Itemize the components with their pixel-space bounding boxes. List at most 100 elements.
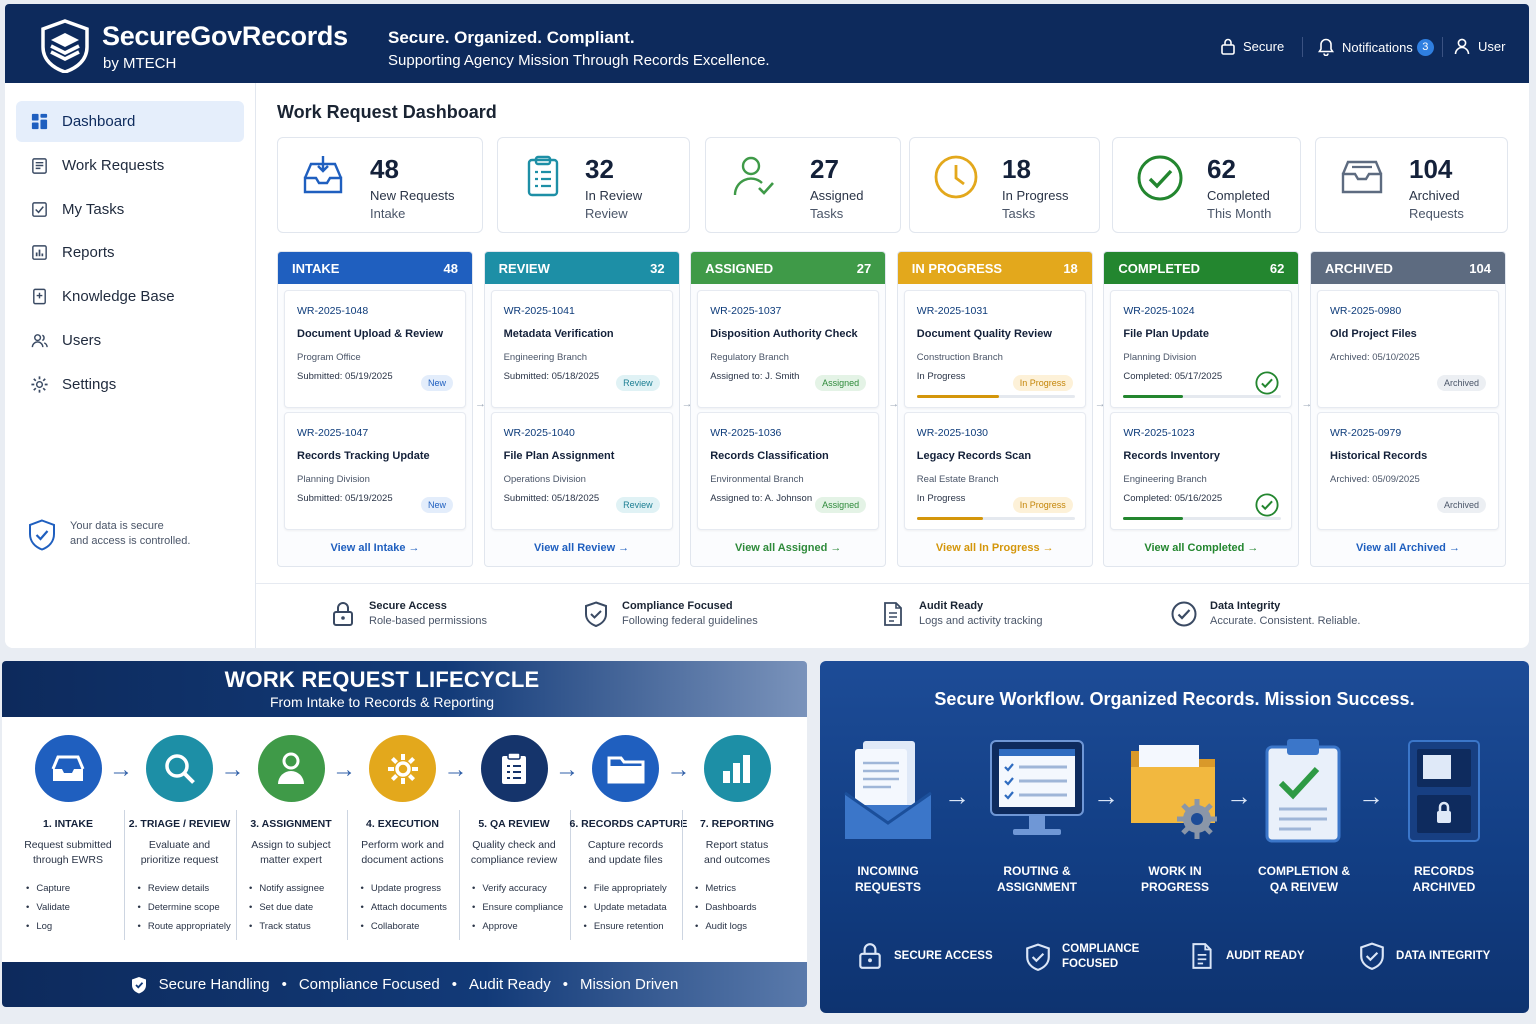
stage-description: Report status and outcomes: [681, 838, 793, 868]
status-badge: New: [420, 497, 453, 513]
request-title: Old Project Files: [1330, 328, 1417, 340]
sidebar-item-label: Settings: [62, 375, 117, 393]
work-request-card[interactable]: WR-2025-1041 Metadata Verification Enginee…: [490, 290, 673, 408]
view-all-link[interactable]: View all Archived →: [1311, 542, 1505, 554]
workflow-step-label: WORK IN PROGRESS: [1115, 863, 1235, 895]
checkbox-icon: [30, 200, 49, 219]
work-request-card[interactable]: WR-2025-0979 Historical Records Archived: …: [1317, 412, 1499, 530]
sidebar-item-reports[interactable]: Reports: [16, 232, 244, 273]
workflow-feature: SECURE ACCESS: [856, 942, 993, 970]
notifications-label: Notifications: [1342, 39, 1413, 55]
book-icon: [30, 287, 49, 306]
sidebar-item-dashboard[interactable]: Dashboard: [16, 101, 244, 142]
stat-value: 104: [1409, 154, 1453, 184]
stage-step: Approve: [472, 921, 570, 932]
view-all-link[interactable]: View all Assigned →: [691, 542, 885, 554]
view-all-link[interactable]: View all In Progress →: [898, 542, 1092, 554]
stat-sublabel: Tasks: [810, 206, 844, 221]
feature-title: Data Integrity: [1210, 600, 1281, 612]
stat-sublabel: Intake: [370, 206, 406, 221]
request-department: Environmental Branch: [710, 474, 804, 485]
request-id: WR-2025-1024: [1123, 305, 1195, 317]
request-id: WR-2025-1037: [710, 305, 782, 317]
stage-description-line: Capture records: [587, 839, 664, 851]
secure-indicator[interactable]: Secure: [1221, 38, 1284, 55]
request-meta: In Progress: [916, 371, 966, 382]
status-badge: Review: [616, 375, 660, 391]
clipboard-icon: [521, 154, 565, 198]
stage-step: Capture: [26, 883, 124, 894]
request-meta: Assigned to: J. Smith: [710, 371, 800, 382]
workflow-feature: DATA INTEGRITY: [1358, 942, 1490, 970]
sidebar-item-my-tasks[interactable]: My Tasks: [16, 189, 244, 230]
sidebar-item-work-requests[interactable]: Work Requests: [16, 145, 244, 186]
workflow-step-label-line: PROGRESS: [1140, 880, 1209, 894]
secure-label: Secure: [1243, 39, 1285, 54]
workflow-title: Secure Workflow. Organized Records. Miss…: [934, 689, 1415, 709]
lifecycle-stage: 5. QA REVIEW Quality check and compliance …: [458, 735, 570, 940]
top-bar: SecureGovRecords by MTECH Secure. Organi…: [5, 4, 1529, 83]
stat-value: 32: [585, 154, 614, 184]
stat-card[interactable]: 18 In Progress Tasks: [909, 137, 1100, 233]
stat-card[interactable]: 27 Assigned Tasks: [705, 137, 901, 233]
sidebar-item-label: Knowledge Base: [62, 288, 175, 306]
lifecycle-stage: 1. INTAKE Request submitted through EWRS Ca…: [12, 735, 124, 940]
stat-label: Completed: [1207, 188, 1270, 203]
request-department: Engineering Branch: [503, 352, 588, 363]
work-request-card[interactable]: WR-2025-1030 Legacy Records Scan Real Esta…: [903, 412, 1086, 530]
request-meta: Submitted: 05/19/2025: [297, 493, 393, 504]
status-badge: In Progress: [1012, 375, 1073, 391]
lifecycle-stage: 7. REPORTING Report status and outcomes Met…: [681, 735, 793, 940]
stage-step: Validate: [26, 902, 124, 913]
status-badge: Assigned: [815, 375, 867, 391]
work-request-card[interactable]: WR-2025-1036 Records Classification Enviro…: [697, 412, 880, 530]
stage-description: Capture records and update files: [570, 838, 682, 868]
sidebar-item-users[interactable]: Users: [16, 320, 244, 361]
footer-item: Compliance Focused: [298, 976, 440, 993]
feature-item: Data Integrity Accurate. Consistent. Reli…: [1171, 600, 1360, 627]
view-all-link[interactable]: View all Intake →: [278, 542, 472, 554]
stat-label: In Review: [585, 188, 643, 203]
view-all-link[interactable]: View all Completed →: [1104, 542, 1298, 554]
stat-sublabel: Tasks: [1002, 206, 1036, 221]
stage-description-line: prioritize request: [140, 854, 219, 866]
workflow-feature-label: AUDIT READY: [1226, 949, 1305, 962]
column-title: INTAKE: [292, 260, 340, 276]
workflow-step-label-line: QA REIVEW: [1269, 880, 1339, 894]
stat-card[interactable]: 62 Completed This Month: [1112, 137, 1301, 233]
status-badge: New: [420, 375, 453, 391]
work-request-card[interactable]: WR-2025-1047 Records Tracking Update Plann…: [284, 412, 466, 530]
stage-step: Track status: [249, 921, 347, 932]
work-request-card[interactable]: WR-2025-1040 File Plan Assignment Operatio…: [490, 412, 673, 530]
workflow-step: INCOMING REQUESTS: [828, 737, 948, 894]
sidebar-item-knowledge-base[interactable]: Knowledge Base: [16, 276, 244, 317]
stage-step: Update progress: [361, 883, 459, 894]
workflow-feature-text: COMPLIANCE FOCUSED: [1062, 942, 1139, 972]
work-request-card[interactable]: WR-2025-1023 Records Inventory Engineering…: [1110, 412, 1293, 530]
work-request-card[interactable]: WR-2025-1048 Document Upload & Review Prog…: [284, 290, 466, 408]
sidebar-item-settings[interactable]: Settings: [16, 364, 244, 405]
view-all-link[interactable]: View all Review →: [485, 542, 679, 554]
feature-text: Secure Access Role-based permissions: [369, 600, 487, 627]
workflow-step-label: ROUTING & ASSIGNMENT: [977, 863, 1097, 895]
brand-subtitle: by MTECH: [103, 55, 177, 72]
stage-description-line: Report status: [705, 839, 769, 851]
work-request-card[interactable]: WR-2025-0980 Old Project Files Archived: 0…: [1317, 290, 1499, 408]
notifications-button[interactable]: Notifications 3: [1318, 38, 1434, 56]
feature-title: Audit Ready: [919, 600, 984, 612]
feature-description: Role-based permissions: [369, 615, 487, 627]
stat-card[interactable]: 48 New Requests Intake: [277, 137, 483, 233]
stat-label: In Progress: [1002, 188, 1069, 203]
arrow-right-icon: →: [944, 781, 970, 811]
work-request-card[interactable]: WR-2025-1024 File Plan Update Planning Div…: [1110, 290, 1293, 408]
stat-label: Archived: [1409, 188, 1460, 203]
work-request-card[interactable]: WR-2025-1031 Document Quality Review Const…: [903, 290, 1086, 408]
inbox-icon: [301, 154, 345, 198]
status-badge: Assigned: [815, 497, 867, 513]
stat-card[interactable]: 32 In Review Review: [497, 137, 690, 233]
stat-card[interactable]: 104 Archived Requests: [1315, 137, 1508, 233]
user-menu[interactable]: User: [1454, 38, 1505, 55]
work-request-card[interactable]: WR-2025-1037 Disposition Authority Check R…: [697, 290, 880, 408]
column-count: 48: [443, 260, 458, 276]
column-title: ASSIGNED: [705, 260, 774, 276]
